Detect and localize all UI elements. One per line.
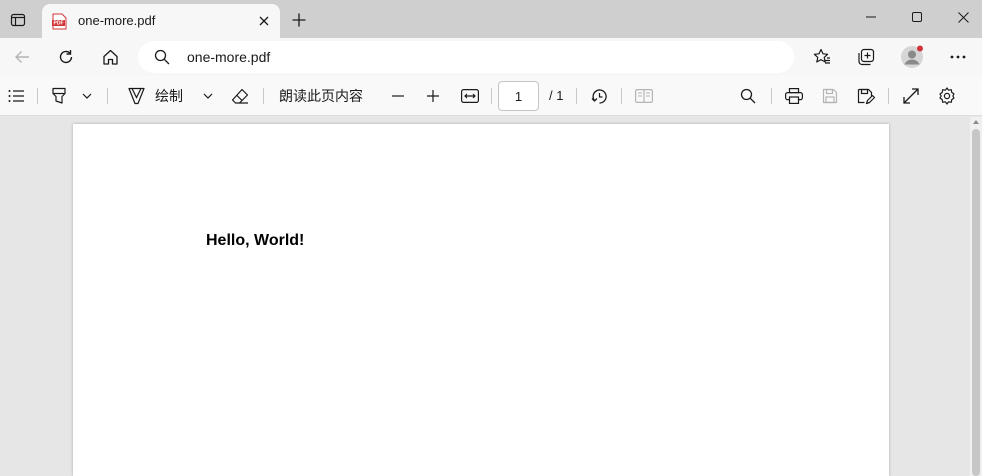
profile-avatar[interactable] bbox=[900, 45, 924, 69]
print-icon[interactable] bbox=[784, 84, 804, 108]
new-tab-icon[interactable] bbox=[287, 8, 311, 32]
pdf-toolbar: 绘制 朗读此页内容 1 / 1 bbox=[0, 76, 982, 116]
navigation-bar: one-more.pdf bbox=[0, 38, 982, 76]
chevron-down-icon[interactable] bbox=[200, 84, 216, 108]
close-tab-icon[interactable] bbox=[254, 11, 274, 31]
zoom-in-icon[interactable] bbox=[424, 84, 442, 108]
vertical-scrollbar[interactable] bbox=[970, 117, 982, 476]
fullscreen-icon[interactable] bbox=[901, 84, 921, 108]
favorites-icon[interactable] bbox=[807, 42, 837, 72]
eraser-icon[interactable] bbox=[230, 84, 250, 108]
highlighter-icon[interactable] bbox=[49, 84, 69, 108]
scroll-up-arrow-icon[interactable] bbox=[973, 120, 979, 124]
read-aloud-button[interactable]: 朗读此页内容 bbox=[279, 84, 363, 108]
page-number-input[interactable]: 1 bbox=[498, 81, 539, 111]
toolbar-divider bbox=[37, 88, 38, 104]
svg-text:PDF: PDF bbox=[54, 21, 64, 27]
address-text: one-more.pdf bbox=[187, 49, 271, 65]
zoom-out-icon[interactable] bbox=[389, 84, 407, 108]
draw-button[interactable]: 绘制 bbox=[155, 84, 183, 108]
page-view-icon[interactable] bbox=[634, 84, 654, 108]
toolbar-divider bbox=[888, 88, 889, 104]
toolbar-divider bbox=[491, 88, 492, 104]
maximize-icon[interactable] bbox=[894, 4, 940, 30]
contents-list-icon[interactable] bbox=[6, 84, 26, 108]
toolbar-divider bbox=[107, 88, 108, 104]
minimize-icon[interactable] bbox=[848, 4, 894, 30]
tab-actions-icon[interactable] bbox=[6, 8, 30, 32]
tab-title: one-more.pdf bbox=[78, 13, 156, 28]
toolbar-divider bbox=[576, 88, 577, 104]
toolbar-divider bbox=[621, 88, 622, 104]
total-pages: / 1 bbox=[549, 88, 564, 103]
pdf-file-icon: PDF bbox=[52, 13, 67, 30]
chevron-down-icon[interactable] bbox=[79, 84, 95, 108]
save-icon[interactable] bbox=[820, 84, 840, 108]
draw-pen-icon[interactable] bbox=[126, 84, 146, 108]
back-arrow-icon[interactable] bbox=[7, 42, 37, 72]
search-icon bbox=[154, 49, 170, 65]
search-icon[interactable] bbox=[738, 84, 758, 108]
rotate-icon[interactable] bbox=[589, 84, 609, 108]
pdf-viewer[interactable]: Hello, World! bbox=[0, 117, 970, 476]
scroll-thumb[interactable] bbox=[972, 129, 980, 476]
pdf-page: Hello, World! bbox=[73, 124, 889, 476]
read-aloud-label: 朗读此页内容 bbox=[279, 88, 363, 104]
toolbar-divider bbox=[263, 88, 264, 104]
settings-gear-icon[interactable] bbox=[937, 84, 957, 108]
more-options-icon[interactable] bbox=[943, 42, 973, 72]
fit-to-width-icon[interactable] bbox=[460, 84, 480, 108]
address-bar[interactable]: one-more.pdf bbox=[138, 41, 794, 73]
collections-icon[interactable] bbox=[851, 42, 881, 72]
document-text: Hello, World! bbox=[206, 232, 305, 249]
tab-one-more-pdf[interactable]: PDF one-more.pdf bbox=[42, 4, 280, 38]
draw-label: 绘制 bbox=[155, 88, 183, 104]
save-as-icon[interactable] bbox=[856, 84, 876, 108]
tab-strip: PDF one-more.pdf bbox=[0, 0, 982, 38]
home-icon[interactable] bbox=[95, 42, 125, 72]
close-window-icon[interactable] bbox=[940, 4, 982, 30]
refresh-icon[interactable] bbox=[51, 42, 81, 72]
toolbar-divider bbox=[771, 88, 772, 104]
